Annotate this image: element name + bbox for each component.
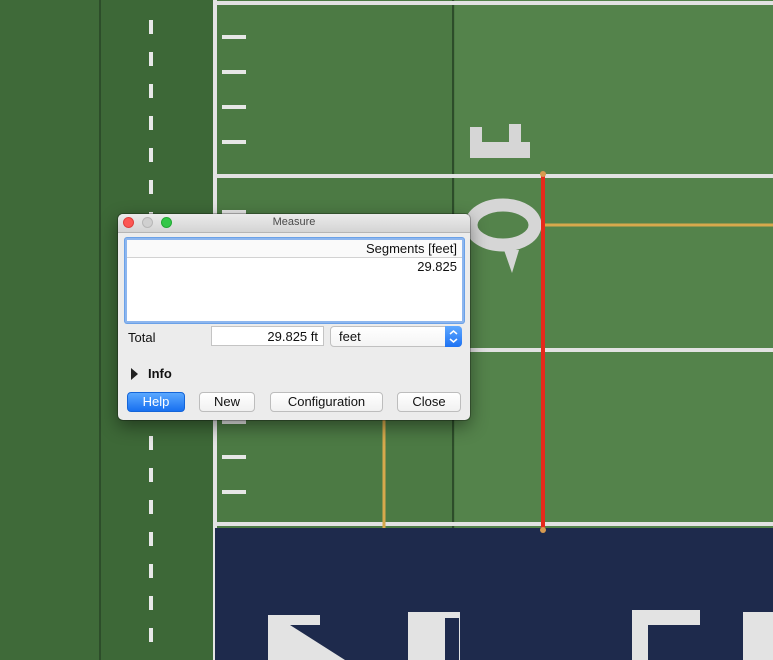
info-label[interactable]: Info bbox=[148, 366, 172, 381]
unit-select-value: feet bbox=[339, 329, 361, 344]
window-title: Measure bbox=[272, 216, 316, 228]
unit-select[interactable]: feet bbox=[330, 326, 462, 347]
help-button[interactable]: Help bbox=[127, 392, 185, 412]
measure-window: Measure Segments [feet] 29.825 Total 29.… bbox=[118, 214, 470, 420]
close-button[interactable]: Close bbox=[397, 392, 461, 412]
configuration-button[interactable]: Configuration bbox=[270, 392, 383, 412]
segments-table[interactable]: Segments [feet] 29.825 bbox=[125, 238, 464, 323]
segments-column-header[interactable]: Segments [feet] bbox=[127, 240, 462, 258]
select-stepper-icon[interactable] bbox=[445, 326, 462, 347]
disclosure-triangle-icon[interactable] bbox=[131, 368, 138, 380]
total-value-field[interactable]: 29.825 ft bbox=[211, 326, 324, 346]
new-button[interactable]: New bbox=[199, 392, 255, 412]
segment-row[interactable]: 29.825 bbox=[127, 258, 462, 276]
window-titlebar[interactable]: Measure bbox=[118, 214, 470, 233]
total-label: Total bbox=[128, 330, 156, 345]
